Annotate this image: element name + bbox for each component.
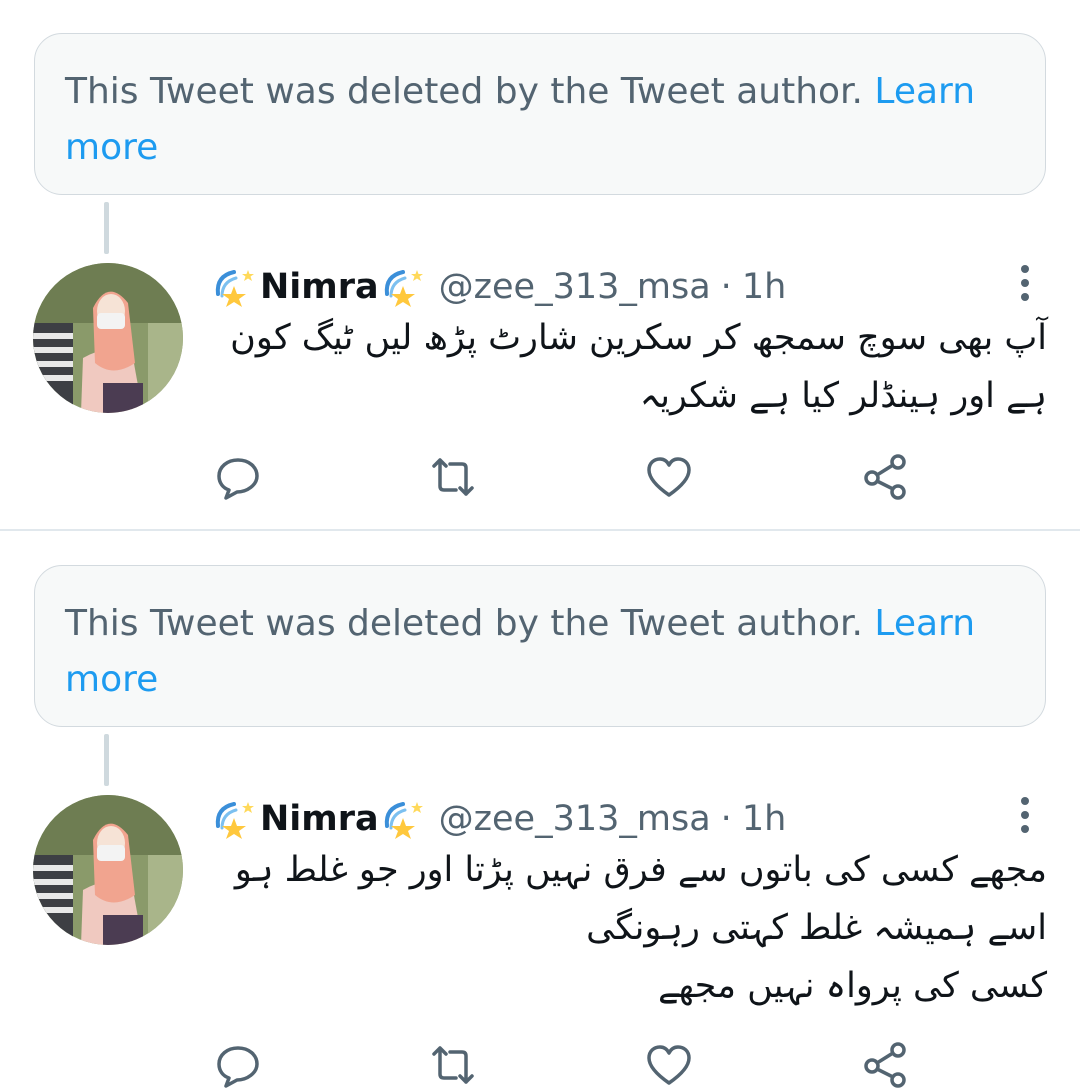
deleted-notice-text: This Tweet was deleted by the Tweet auth… — [65, 71, 875, 112]
tweet-text: آپ بھی سوچ سمجھ کر سکرین شارٹ پڑھ لیں ٹی… — [230, 318, 1047, 416]
tweet-thread: This Tweet was deleted by the Tweet auth… — [0, 0, 1080, 530]
reply-icon[interactable] — [213, 452, 263, 502]
header-separator: · — [720, 799, 732, 839]
deleted-tweet-notice: This Tweet was deleted by the Tweet auth… — [34, 33, 1046, 195]
tweet-actions — [0, 1040, 1080, 1090]
tweet-timestamp[interactable]: 1h — [742, 799, 786, 839]
author-name[interactable]: Nimra — [260, 799, 379, 839]
deleted-notice-text: This Tweet was deleted by the Tweet auth… — [65, 603, 875, 644]
tweet-header: Nimra @zee_313_msa · 1h — [212, 793, 786, 845]
tweet-thread: This Tweet was deleted by the Tweet auth… — [0, 532, 1080, 1088]
author-handle[interactable]: @zee_313_msa — [439, 799, 711, 839]
author-handle[interactable]: @zee_313_msa — [439, 267, 711, 307]
share-icon[interactable] — [860, 1040, 910, 1090]
avatar-image — [33, 263, 183, 413]
shooting-star-icon — [381, 796, 427, 842]
more-options-icon[interactable] — [1010, 262, 1040, 304]
deleted-tweet-notice: This Tweet was deleted by the Tweet auth… — [34, 565, 1046, 727]
avatar[interactable] — [33, 263, 183, 413]
share-icon[interactable] — [860, 452, 910, 502]
thread-connector-line — [104, 202, 109, 254]
tweet-header: Nimra @zee_313_msa · 1h — [212, 261, 786, 313]
tweet-actions — [0, 452, 1080, 502]
tweet-timestamp[interactable]: 1h — [742, 267, 786, 307]
reply-icon[interactable] — [213, 1040, 263, 1090]
retweet-icon[interactable] — [428, 1040, 478, 1090]
shooting-star-icon — [212, 796, 258, 842]
avatar-image — [33, 795, 183, 945]
like-icon[interactable] — [644, 1040, 694, 1090]
tweet-text: مجھے کسی کی باتوں سے فرق نہیں پڑتا اور ج… — [234, 850, 1047, 1006]
like-icon[interactable] — [644, 452, 694, 502]
retweet-icon[interactable] — [428, 452, 478, 502]
avatar[interactable] — [33, 795, 183, 945]
header-separator: · — [720, 267, 732, 307]
shooting-star-icon — [212, 264, 258, 310]
more-options-icon[interactable] — [1010, 794, 1040, 836]
tweet-divider — [0, 529, 1080, 531]
thread-connector-line — [104, 734, 109, 786]
shooting-star-icon — [381, 264, 427, 310]
author-name[interactable]: Nimra — [260, 267, 379, 307]
